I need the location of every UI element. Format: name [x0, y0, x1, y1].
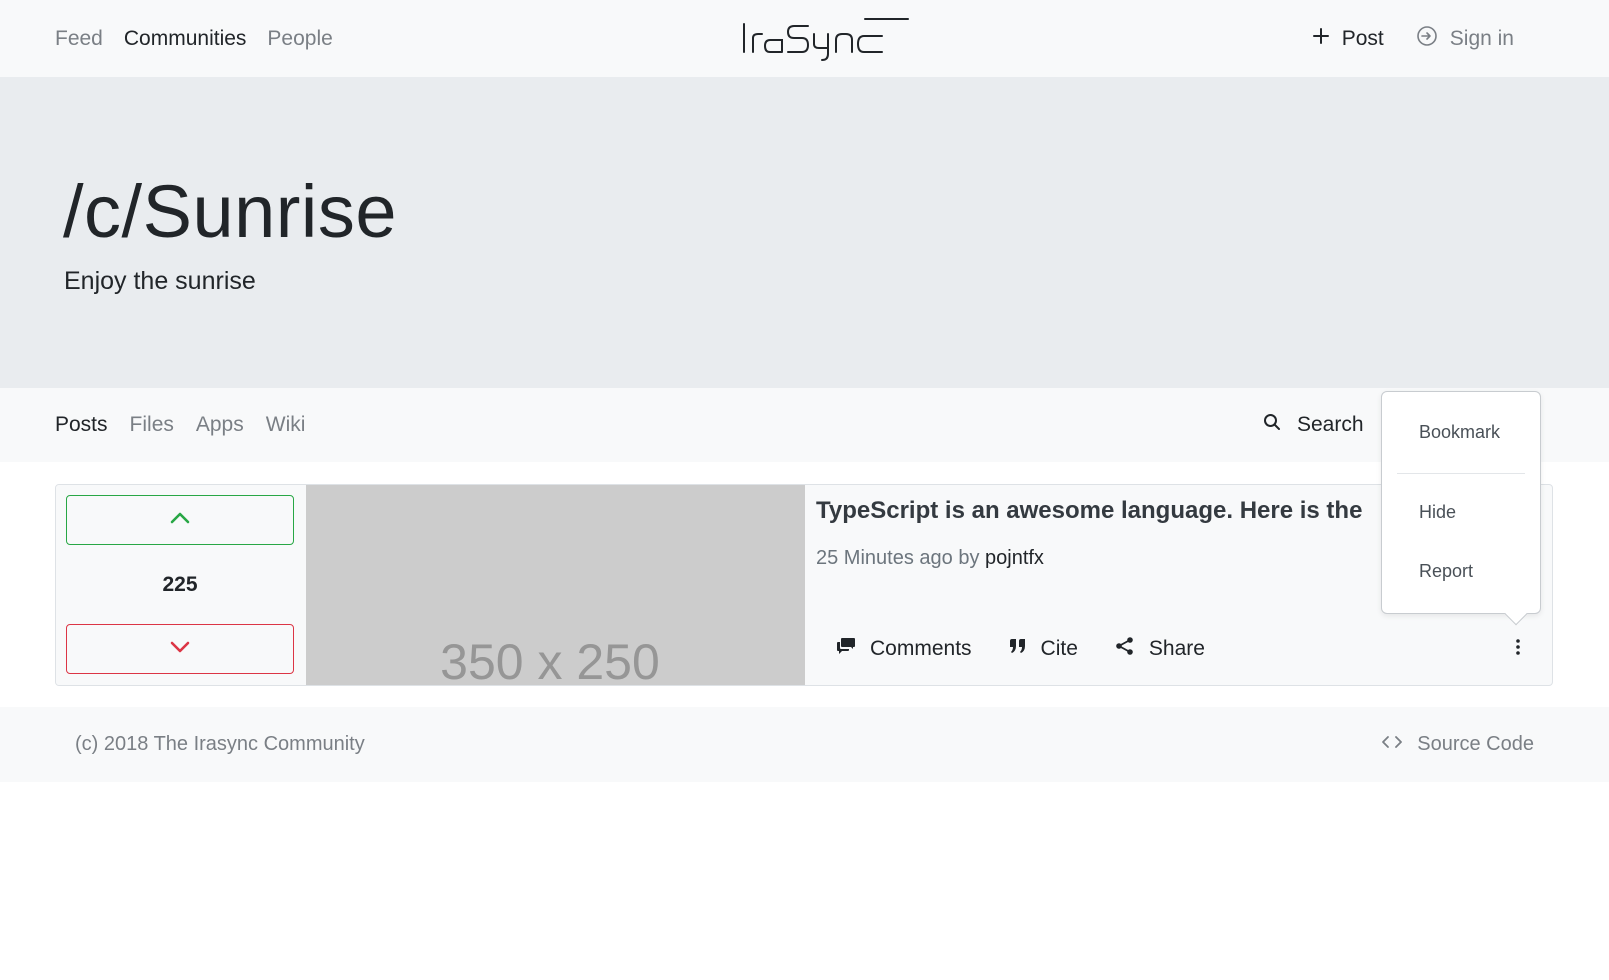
nav-link-feed[interactable]: Feed [55, 27, 103, 51]
sign-in-label: Sign in [1449, 26, 1514, 50]
quote-icon [1009, 637, 1027, 661]
post-actions: Comments Cite Share [836, 629, 1205, 669]
source-code-link[interactable]: Source Code [1381, 707, 1534, 782]
share-icon [1115, 636, 1135, 662]
vote-score: 225 [162, 573, 198, 596]
post-author[interactable]: pojntfx [985, 547, 1044, 569]
search-label: Search [1297, 413, 1364, 436]
kebab-icon [1515, 638, 1521, 661]
main-nav-links: Feed Communities People [55, 0, 333, 77]
comments-button[interactable]: Comments [836, 637, 972, 661]
post-card: 225 350 x 250 TypeScript is an awesome l… [55, 484, 1553, 686]
sign-in-icon [1416, 25, 1438, 53]
source-code-label: Source Code [1417, 733, 1534, 755]
footer-copyright: (c) 2018 The Irasync Community [75, 733, 365, 755]
new-post-label: Post [1341, 26, 1384, 50]
post-time: 25 Minutes ago by [816, 547, 980, 569]
chevron-up-icon [169, 511, 191, 530]
community-tabs: Posts Files Apps Wiki [55, 388, 305, 462]
page-footer: (c) 2018 The Irasync Community Source Co… [0, 707, 1609, 782]
cite-label: Cite [1040, 637, 1078, 660]
irasync-logo[interactable] [740, 16, 910, 62]
post-options-menu: Bookmark Hide Report [1381, 391, 1541, 626]
cite-button[interactable]: Cite [1009, 637, 1078, 661]
post-meta: 25 Minutes ago by pojntfx [816, 547, 1044, 570]
user-actions: Post Sign in [1312, 0, 1514, 77]
tab-posts[interactable]: Posts [55, 413, 108, 437]
nav-link-people[interactable]: People [267, 27, 332, 51]
downvote-button[interactable] [66, 624, 294, 674]
vote-panel: 225 [56, 485, 306, 685]
plus-icon [1312, 27, 1330, 51]
upvote-button[interactable] [66, 495, 294, 545]
nav-link-communities[interactable]: Communities [124, 27, 247, 51]
sign-in-button[interactable]: Sign in [1416, 25, 1514, 53]
search-button[interactable]: Search [1263, 388, 1364, 462]
menu-item-hide[interactable]: Hide [1419, 502, 1456, 523]
code-icon [1381, 733, 1403, 756]
thumbnail-placeholder-text: 350 x 250 [440, 634, 660, 685]
chevron-down-icon [169, 640, 191, 659]
menu-divider [1397, 473, 1525, 474]
tab-apps[interactable]: Apps [196, 413, 244, 437]
new-post-button[interactable]: Post [1312, 27, 1384, 51]
community-description: Enjoy the sunrise [64, 267, 256, 295]
search-icon [1263, 413, 1281, 437]
community-header: /c/Sunrise Enjoy the sunrise [0, 77, 1609, 388]
post-title[interactable]: TypeScript is an awesome language. Here … [816, 497, 1416, 525]
community-subnav: Posts Files Apps Wiki Search s [0, 388, 1609, 462]
share-label: Share [1148, 637, 1205, 660]
tab-files[interactable]: Files [130, 413, 174, 437]
community-title: /c/Sunrise [63, 170, 398, 253]
comments-label: Comments [870, 637, 972, 660]
post-thumbnail[interactable]: 350 x 250 [306, 485, 805, 685]
logo-image [743, 18, 909, 61]
menu-item-report[interactable]: Report [1419, 561, 1473, 582]
comments-icon [836, 637, 856, 661]
share-button[interactable]: Share [1115, 636, 1205, 662]
top-navbar: Feed Communities People Post Sign in [0, 0, 1609, 77]
post-more-button[interactable] [1511, 637, 1525, 661]
tab-wiki[interactable]: Wiki [266, 413, 306, 437]
menu-item-bookmark[interactable]: Bookmark [1419, 422, 1500, 443]
